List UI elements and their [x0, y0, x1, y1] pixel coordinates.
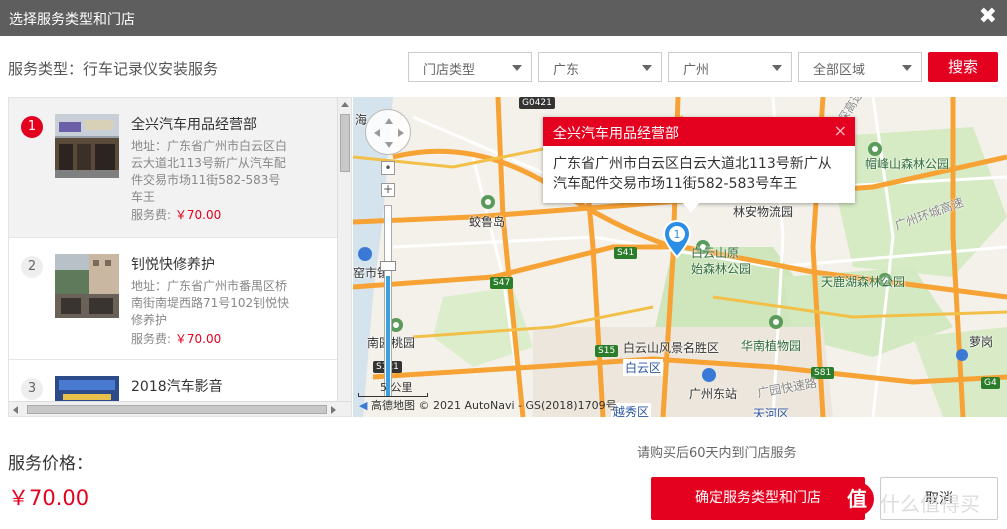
- store-type-value: 门店类型: [423, 63, 476, 78]
- store-type-select[interactable]: 门店类型: [408, 52, 532, 82]
- province-select[interactable]: 广东: [538, 52, 662, 82]
- store-address: 地址：广东省广州市番禺区桥南街南堤西路71号102钊悦快修养护: [131, 279, 290, 327]
- scroll-left-icon[interactable]: [13, 406, 18, 414]
- popup-pointer: [683, 203, 699, 213]
- map-label: 华南植物园: [741, 339, 802, 353]
- map-copyright: ◀ 高德地图 © 2021 AutoNavi - GS(2018)1709号: [359, 397, 617, 413]
- map-scale: 5 公里: [358, 379, 428, 397]
- dialog-titlebar: 选择服务类型和门店 ✖: [0, 0, 1007, 36]
- zoom-level-fill: [386, 276, 390, 396]
- dialog-title: 选择服务类型和门店: [9, 12, 135, 28]
- map-pin-number: 1: [674, 228, 681, 241]
- chevron-down-icon: [772, 65, 782, 71]
- service-type-line: 服务类型：行车记录仪安装服务: [8, 58, 218, 79]
- pan-control[interactable]: [365, 109, 411, 155]
- chevron-down-icon: [642, 65, 652, 71]
- map-zoom-control: • +: [353, 97, 411, 397]
- map-label: 天河区: [753, 407, 790, 417]
- store-info-popup: 全兴汽车用品经营部 × 广东省广州市白云区白云大道北113号新广从汽车配件交易市…: [543, 117, 855, 213]
- road-shield: S47: [490, 277, 514, 289]
- zoom-in-button[interactable]: +: [381, 183, 395, 197]
- map-label: 林安物流园: [733, 205, 794, 219]
- popup-header: 全兴汽车用品经营部 ×: [543, 117, 855, 146]
- road-shield: S41: [614, 247, 638, 259]
- store-name: 全兴汽车用品经营部: [131, 117, 257, 133]
- map-pin-icon: 1: [662, 219, 692, 259]
- map-label: 广州东站: [689, 387, 738, 401]
- search-button[interactable]: 搜索: [928, 52, 998, 82]
- store-name: 2018汽车影音: [131, 379, 223, 395]
- chevron-down-icon: [512, 65, 522, 71]
- chevron-down-icon: [902, 65, 912, 71]
- map-copyright-text: 高德地图 © 2021 AutoNavi - GS(2018)1709号: [370, 399, 617, 412]
- scroll-right-icon[interactable]: [331, 406, 336, 414]
- zoom-slider[interactable]: [384, 205, 392, 397]
- map-label: 蛟鲁岛: [469, 215, 506, 229]
- list-vertical-scrollbar[interactable]: [337, 98, 351, 401]
- province-value: 广东: [553, 63, 580, 78]
- store-fee: 服务费: ￥70.00: [131, 206, 221, 223]
- service-type-label: 服务类型：: [8, 60, 84, 78]
- map-label: 白云区: [623, 359, 664, 376]
- store-item[interactable]: 1 全兴汽车用品经营部 地址：广东省广州市白云区白云大道北113号新广从汽车配件…: [9, 98, 337, 238]
- store-address: 地址：广东省广州市白云区白云大道北113号新广从汽车配件交易市场11街582-5…: [131, 139, 288, 204]
- map-label: 始森林公园: [691, 262, 752, 276]
- map-label: 白云山风景名胜区: [623, 341, 720, 355]
- store-name: 钊悦快修养护: [131, 257, 215, 273]
- store-photo: [55, 254, 119, 318]
- pan-arrows-icon: [374, 118, 404, 148]
- service-price-label: 服务价格：: [8, 454, 93, 474]
- store-photo: [55, 114, 119, 178]
- map-label: 萝岗: [969, 335, 994, 349]
- store-selection-dialog: 选择服务类型和门店 ✖ 服务类型：行车记录仪安装服务 门店类型 广东 广州 全部…: [0, 0, 1007, 529]
- map-label: 越秀区: [611, 403, 652, 417]
- road-shield: G4: [981, 377, 1000, 389]
- watermark-text: 什么值得买: [880, 492, 980, 516]
- smzdm-logo-icon: 值: [840, 482, 874, 516]
- road-shield: S15: [595, 345, 619, 357]
- store-map[interactable]: G0421 S41 S47 S15 S121 S81 G4 海 蛟鲁岛 窑市镇 …: [353, 97, 1007, 417]
- watermark: 值 什么值得买: [836, 478, 1006, 524]
- district-select[interactable]: 全部区域: [798, 52, 922, 82]
- map-label: 白云山原: [691, 246, 740, 260]
- city-value: 广州: [683, 63, 710, 78]
- popup-title: 全兴汽车用品经营部: [553, 126, 679, 142]
- district-value: 全部区域: [813, 63, 866, 78]
- popup-close-icon[interactable]: ×: [834, 121, 847, 140]
- map-label: 帽峰山森林公园: [865, 157, 950, 171]
- store-fee-label: 服务费:: [131, 208, 172, 222]
- map-label: 天鹿湖森林公园: [821, 275, 906, 289]
- amap-logo-icon: ◀: [359, 399, 368, 412]
- service-price: ￥70.00: [8, 486, 90, 510]
- store-marker-pin[interactable]: 1: [662, 219, 692, 259]
- popup-address: 广东省广州市白云区白云大道北113号新广从汽车配件交易市场11街582-583号…: [553, 156, 832, 192]
- store-item[interactable]: 2 钊悦快修养护 地址：广东省广州市番禺区桥南街南堤西路71号102钊悦快修养护…: [9, 238, 337, 360]
- store-fee-value: ￥70.00: [174, 208, 222, 222]
- scroll-up-icon[interactable]: [341, 102, 349, 107]
- store-fee-value: ￥70.00: [174, 332, 222, 346]
- close-icon[interactable]: ✖: [979, 4, 997, 29]
- store-list[interactable]: 1 全兴汽车用品经营部 地址：广东省广州市白云区白云大道北113号新广从汽车配件…: [8, 97, 352, 417]
- zoom-reset-icon[interactable]: •: [381, 161, 395, 175]
- road-shield: G0421: [519, 97, 555, 109]
- store-index-badge: 3: [21, 378, 43, 400]
- confirm-button[interactable]: 确定服务类型和门店: [651, 477, 865, 520]
- store-index-badge: 2: [21, 256, 43, 278]
- service-hint: 请购买后60天内到门店服务: [637, 446, 797, 461]
- scrollbar-thumb[interactable]: [340, 114, 350, 172]
- store-index-badge: 1: [21, 116, 43, 138]
- zoom-handle[interactable]: [380, 261, 396, 271]
- store-fee-label: 服务费:: [131, 332, 172, 346]
- scrollbar-thumb[interactable]: [27, 405, 327, 414]
- store-fee: 服务费: ￥70.00: [131, 330, 221, 347]
- list-horizontal-scrollbar[interactable]: [9, 401, 351, 416]
- city-select[interactable]: 广州: [668, 52, 792, 82]
- service-type-value: 行车记录仪安装服务: [83, 60, 219, 78]
